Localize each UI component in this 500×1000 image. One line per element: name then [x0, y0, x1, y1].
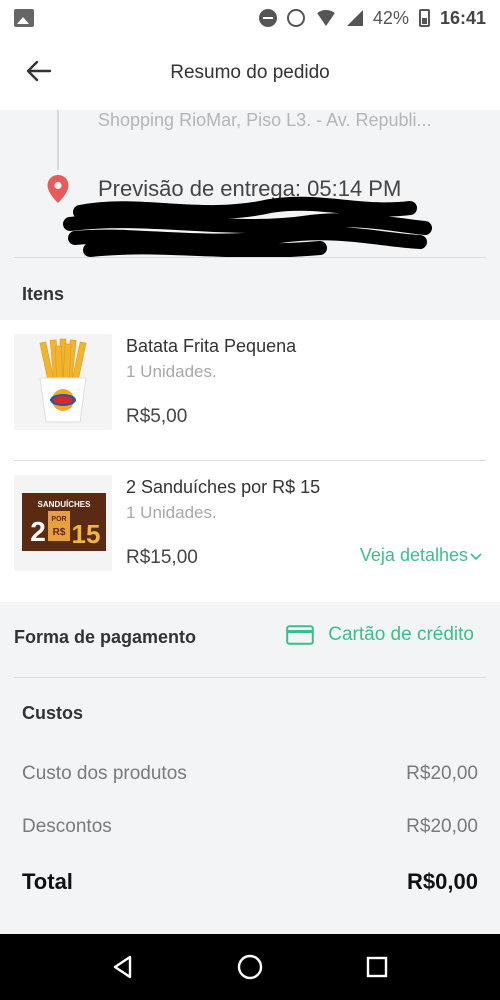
divider	[14, 257, 486, 258]
item-image-combo: SANDUÍCHES 2 POR R$ 15	[14, 475, 112, 571]
items-list: Batata Frita Pequena 1 Unidades. R$5,00 …	[0, 320, 500, 602]
signal-icon	[346, 10, 363, 26]
combo-banner-text: SANDUÍCHES	[38, 500, 92, 509]
cost-value: R$20,00	[406, 763, 478, 784]
items-section-title: Itens	[22, 284, 65, 304]
system-nav-bar	[0, 934, 500, 1000]
cost-row-total: Total R$0,00	[22, 869, 478, 895]
cost-value: R$20,00	[406, 816, 478, 837]
clock: 16:41	[439, 7, 486, 28]
nav-recents-icon	[366, 956, 387, 978]
list-item: Batata Frita Pequena 1 Unidades. R$5,00	[0, 320, 500, 461]
item-name: 2 Sanduíches por R$ 15	[126, 477, 321, 497]
combo-por-text: POR	[51, 516, 66, 523]
costs-title: Custos	[22, 703, 84, 723]
gallery-icon	[14, 9, 34, 27]
combo-price-text: 15	[72, 519, 101, 549]
item-quantity: 1 Unidades.	[126, 503, 217, 522]
cost-label: Custo dos produtos	[22, 763, 187, 784]
do-not-disturb-icon	[258, 9, 277, 27]
nav-recents-button[interactable]	[360, 950, 394, 984]
redaction-scribble	[63, 196, 432, 258]
battery-percent: 42%	[372, 7, 409, 28]
cost-row-discounts: Descontos R$20,00	[22, 816, 478, 838]
status-bar: 42% 16:41	[0, 0, 500, 36]
list-item: SANDUÍCHES 2 POR R$ 15 2 Sanduíches por …	[0, 461, 500, 601]
app-header: Resumo do pedido	[0, 36, 500, 110]
delivery-address: Shopping RioMar, Piso L3. - Av. Republi.…	[98, 110, 432, 130]
battery-icon	[418, 9, 430, 27]
alarm-icon	[286, 9, 305, 27]
nav-home-button[interactable]	[233, 950, 267, 984]
wifi-icon	[314, 10, 337, 26]
cost-row-products: Custo dos produtos R$20,00	[22, 763, 478, 785]
item-price: R$15,00	[126, 547, 198, 568]
costs-section: Custos Custo dos produtos R$20,00 Descon…	[0, 678, 500, 934]
nav-home-icon	[237, 954, 263, 980]
chevron-down-icon	[470, 552, 482, 560]
route-line	[57, 110, 59, 170]
combo-promo-image: SANDUÍCHES 2 POR R$ 15	[14, 475, 112, 571]
payment-method[interactable]: Cartão de crédito	[286, 624, 474, 646]
nav-back-button[interactable]	[106, 950, 140, 984]
delivery-info: Shopping RioMar, Piso L3. - Av. Republi.…	[0, 110, 500, 258]
item-price: R$5,00	[126, 406, 188, 427]
page-title: Resumo do pedido	[170, 62, 330, 83]
payment-label: Forma de pagamento	[14, 627, 197, 647]
fries-image	[14, 334, 112, 430]
details-link[interactable]: Veja detalhes	[360, 545, 482, 566]
item-name: Batata Frita Pequena	[126, 336, 297, 356]
credit-card-icon	[286, 625, 315, 645]
details-link-label: Veja detalhes	[359, 545, 468, 565]
total-value: R$0,00	[407, 869, 478, 894]
item-quantity: 1 Unidades.	[126, 362, 217, 381]
total-label: Total	[22, 869, 73, 894]
nav-back-icon	[114, 955, 132, 979]
payment-method-label: Cartão de crédito	[328, 624, 474, 645]
cost-label: Descontos	[22, 816, 112, 837]
back-button[interactable]	[24, 56, 54, 86]
status-icons: 42% 16:41	[258, 7, 486, 29]
combo-currency-text: R$	[53, 527, 66, 538]
combo-count-text: 2	[30, 516, 46, 547]
payment-method-row: Forma de pagamento Cartão de crédito	[0, 602, 500, 678]
back-arrow-icon	[26, 60, 52, 82]
item-image-fries	[14, 334, 112, 430]
